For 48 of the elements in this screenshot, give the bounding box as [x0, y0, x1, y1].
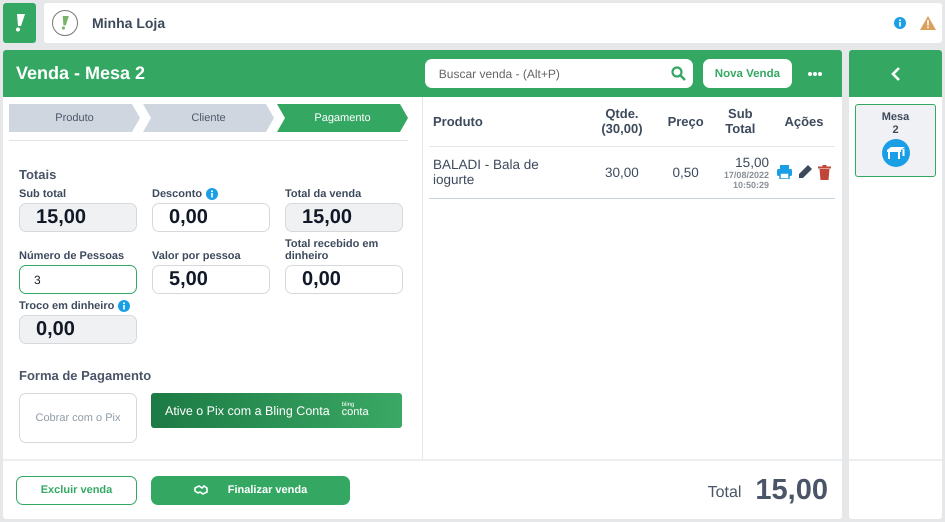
- input-field[interactable]: 3: [19, 265, 137, 294]
- column-header: Ações: [772, 97, 835, 146]
- step-tab[interactable]: Cliente: [143, 104, 274, 132]
- field-label: Total da venda: [285, 188, 362, 200]
- store-logo-icon: [52, 10, 78, 36]
- total-label: Total: [708, 484, 742, 502]
- field-label: Número de Pessoas: [19, 250, 124, 262]
- search-field[interactable]: Buscar venda - (Alt+P): [424, 59, 693, 88]
- handshake-icon: [194, 485, 208, 495]
- item-date: 17/08/2022: [724, 170, 769, 180]
- table-card[interactable]: Mesa 2: [855, 104, 936, 177]
- table-icon: [882, 139, 910, 167]
- column-header: Qtde. (30,00): [580, 97, 664, 146]
- info-icon[interactable]: [118, 300, 130, 312]
- step-tab[interactable]: Produto: [9, 104, 140, 132]
- section-heading: Forma de Pagamento: [19, 368, 152, 383]
- chevron-left-icon: [890, 66, 900, 80]
- print-icon[interactable]: [776, 164, 792, 178]
- store-name: Minha Loja: [92, 15, 166, 31]
- trash-icon[interactable]: [818, 164, 831, 180]
- item-time: 10:50:29: [732, 180, 769, 190]
- column-header: Sub Total: [708, 97, 773, 146]
- warning-icon[interactable]: [920, 16, 936, 30]
- pencil-icon[interactable]: [798, 164, 812, 178]
- table-cell: 0,50: [664, 146, 708, 198]
- column-header: Preço: [664, 97, 708, 146]
- total-value: 15,00: [755, 474, 828, 506]
- input-field[interactable]: 15,00: [19, 203, 137, 232]
- field-label: Sub total: [19, 188, 66, 200]
- section-heading: Totais: [19, 167, 58, 182]
- input-field[interactable]: 15,00: [285, 203, 403, 232]
- sale-title: Venda - Mesa 2: [16, 63, 146, 84]
- search-icon[interactable]: [670, 66, 686, 81]
- field-label: Troco em dinheiro: [19, 300, 114, 312]
- input-field[interactable]: 0,00: [19, 315, 137, 344]
- field-label: Desconto: [152, 188, 202, 200]
- input-field[interactable]: 0,00: [152, 203, 270, 232]
- subtotal-value: 15,00: [735, 154, 769, 170]
- field-label: Valor por pessoa: [152, 250, 241, 262]
- table-cell: BALADI - Bala de iogurte: [429, 146, 580, 198]
- field-label: Total recebido em dinheiro: [285, 238, 380, 262]
- table-cell: 30,00: [580, 146, 664, 198]
- input-field[interactable]: 5,00: [152, 265, 270, 294]
- info-icon[interactable]: [206, 188, 218, 200]
- input-field[interactable]: 0,00: [285, 265, 403, 294]
- column-header: Produto: [429, 97, 580, 146]
- info-icon[interactable]: [894, 17, 906, 29]
- app-logo[interactable]: [3, 3, 36, 43]
